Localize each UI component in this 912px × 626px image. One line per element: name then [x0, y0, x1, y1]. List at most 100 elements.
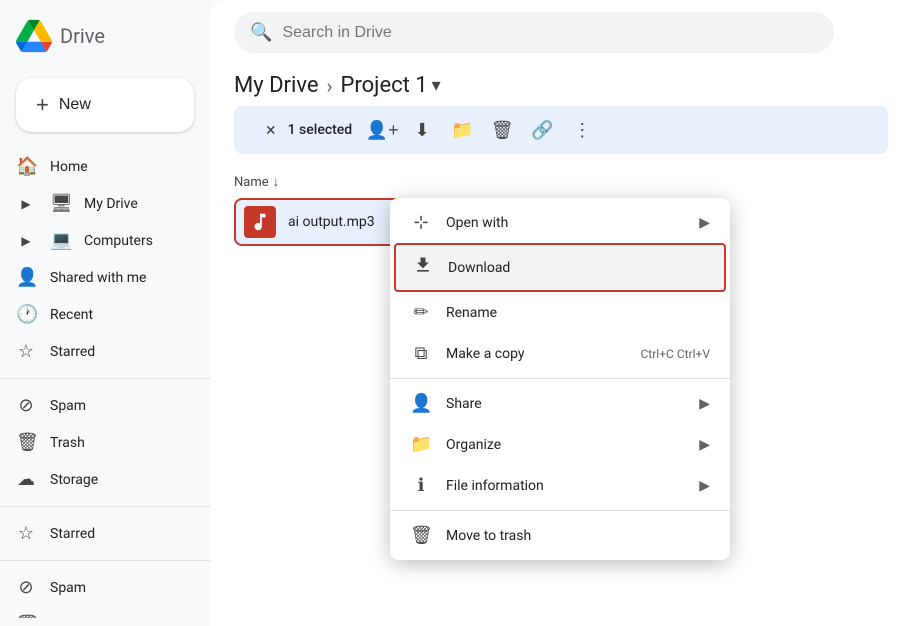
logo-area: Drive [0, 8, 210, 70]
sidebar-label-spam: Spam [50, 398, 86, 414]
sidebar-label-computers: Computers [84, 233, 153, 249]
sidebar-label-my-drive: My Drive [84, 196, 138, 212]
sidebar-label-storage: Storage [50, 472, 98, 488]
search-bar[interactable]: 🔍 [234, 12, 834, 53]
breadcrumb-separator: › [327, 74, 333, 98]
context-menu: ⊹ Open with ▶ Download ✏ Rename ⧉ [390, 198, 730, 560]
mp3-file-icon [244, 206, 276, 238]
ctx-item-make-copy[interactable]: ⧉ Make a copy Ctrl+C Ctrl+V [390, 333, 730, 374]
recent-icon: 🕐 [16, 304, 36, 325]
share-arrow-icon: ▶ [699, 396, 710, 412]
ctx-divider-1 [390, 378, 730, 379]
expand-icon-computers: ▶ [16, 234, 36, 248]
sidebar-label-home: Home [50, 159, 88, 175]
open-with-arrow-icon: ▶ [699, 215, 710, 231]
search-input[interactable] [282, 24, 818, 42]
add-person-button[interactable]: 👤+ [364, 112, 400, 148]
breadcrumb-parent[interactable]: My Drive [234, 73, 319, 98]
move-trash-icon: 🗑 [410, 525, 432, 546]
breadcrumb-current[interactable]: Project 1 ▾ [341, 73, 441, 98]
ctx-item-download[interactable]: Download [394, 243, 726, 292]
sidebar-label-trash: Trash [50, 435, 85, 451]
new-plus-icon: + [36, 92, 49, 118]
trash-icon: 🗑 [16, 432, 36, 453]
ctx-label-make-copy: Make a copy [446, 346, 627, 362]
sort-icon: ↓ [273, 174, 280, 190]
sidebar-label-shared: Shared with me [50, 270, 146, 286]
organize-icon: 📁 [410, 434, 432, 455]
new-button[interactable]: + New [16, 78, 194, 132]
google-drive-logo [16, 18, 52, 54]
sidebar-item-computers[interactable]: ▶ 💻 Computers [0, 222, 194, 259]
ctx-label-file-info: File information [446, 478, 685, 494]
breadcrumb: My Drive › Project 1 ▾ [210, 65, 912, 102]
trash2-icon: 🗑 [16, 614, 36, 618]
copy-icon: ⧉ [410, 343, 432, 364]
ctx-divider-2 [390, 510, 730, 511]
copy-shortcut: Ctrl+C Ctrl+V [641, 347, 711, 361]
file-info-arrow-icon: ▶ [699, 478, 710, 494]
sidebar-label-spam2: Spam [50, 580, 86, 596]
sidebar-label-trash2: Trash [50, 617, 85, 619]
nav-divider-2 [0, 506, 210, 507]
file-list: Name ↓ ai output.mp3 ⊹ Open with ▶ [210, 158, 912, 626]
ctx-item-share[interactable]: 👤 Share ▶ [390, 383, 730, 424]
spam2-icon: ⊘ [16, 577, 36, 598]
header: 🔍 [210, 0, 912, 65]
new-button-label: New [59, 96, 91, 114]
storage-icon: ☁ [16, 469, 36, 490]
sidebar-item-spam[interactable]: ⊘ Spam [0, 387, 194, 424]
ctx-item-file-info[interactable]: ℹ File information ▶ [390, 465, 730, 506]
starred2-icon: ☆ [16, 523, 36, 544]
download-ctx-icon [412, 255, 434, 280]
sidebar-label-recent: Recent [50, 307, 93, 323]
delete-button[interactable]: 🗑 [484, 112, 520, 148]
home-icon: 🏠 [16, 156, 36, 177]
ctx-item-move-trash[interactable]: 🗑 Move to trash [390, 515, 730, 556]
sidebar-item-recent[interactable]: 🕐 Recent [0, 296, 194, 333]
rename-icon: ✏ [410, 302, 432, 323]
sidebar-item-starred[interactable]: ☆ Starred [0, 333, 194, 370]
move-button[interactable]: 📁 [444, 112, 480, 148]
ctx-label-rename: Rename [446, 305, 710, 321]
ctx-label-share: Share [446, 396, 685, 412]
open-with-icon: ⊹ [410, 212, 432, 233]
sidebar-item-my-drive[interactable]: ▶ 🖥 My Drive [0, 185, 194, 222]
ctx-label-download: Download [448, 260, 708, 276]
share-icon: 👤 [410, 393, 432, 414]
ctx-label-open-with: Open with [446, 215, 685, 231]
ctx-label-move-trash: Move to trash [446, 528, 710, 544]
download-button[interactable]: ⬇ [404, 112, 440, 148]
column-name-header: Name ↓ [234, 166, 888, 198]
main-content: 🔍 My Drive › Project 1 ▾ × 1 selected 👤+… [210, 0, 912, 626]
deselect-button[interactable]: × [258, 116, 284, 145]
search-icon: 🔍 [250, 22, 272, 43]
selection-toolbar: × 1 selected 👤+ ⬇ 📁 🗑 🔗 ⋮ [234, 106, 888, 154]
sidebar: Drive + New 🏠 Home ▶ 🖥 My Drive ▶ 💻 Comp… [0, 0, 210, 626]
sidebar-item-storage[interactable]: ☁ Storage [0, 461, 194, 498]
ctx-item-organize[interactable]: 📁 Organize ▶ [390, 424, 730, 465]
breadcrumb-dropdown-icon: ▾ [432, 75, 441, 96]
ctx-label-organize: Organize [446, 437, 685, 453]
ctx-item-open-with[interactable]: ⊹ Open with ▶ [390, 202, 730, 243]
sidebar-label-starred: Starred [50, 344, 95, 360]
sidebar-item-home[interactable]: 🏠 Home [0, 148, 194, 185]
info-icon: ℹ [410, 475, 432, 496]
ctx-item-rename[interactable]: ✏ Rename [390, 292, 730, 333]
organize-arrow-icon: ▶ [699, 437, 710, 453]
sidebar-item-trash[interactable]: 🗑 Trash [0, 424, 194, 461]
drive-icon: 🖥 [50, 193, 70, 214]
sidebar-nav: 🏠 Home ▶ 🖥 My Drive ▶ 💻 Computers 👤 Shar… [0, 148, 210, 618]
sidebar-item-spam2[interactable]: ⊘ Spam [0, 569, 194, 606]
link-button[interactable]: 🔗 [524, 112, 560, 148]
spam-icon: ⊘ [16, 395, 36, 416]
sidebar-label-starred2: Starred [50, 526, 95, 542]
sidebar-item-starred2[interactable]: ☆ Starred [0, 515, 194, 552]
computers-icon: 💻 [50, 230, 70, 251]
sidebar-item-shared[interactable]: 👤 Shared with me [0, 259, 194, 296]
sidebar-item-trash2[interactable]: 🗑 Trash [0, 606, 194, 618]
nav-divider-1 [0, 378, 210, 379]
nav-divider-3 [0, 560, 210, 561]
more-button[interactable]: ⋮ [564, 112, 600, 148]
expand-icon: ▶ [16, 197, 36, 211]
